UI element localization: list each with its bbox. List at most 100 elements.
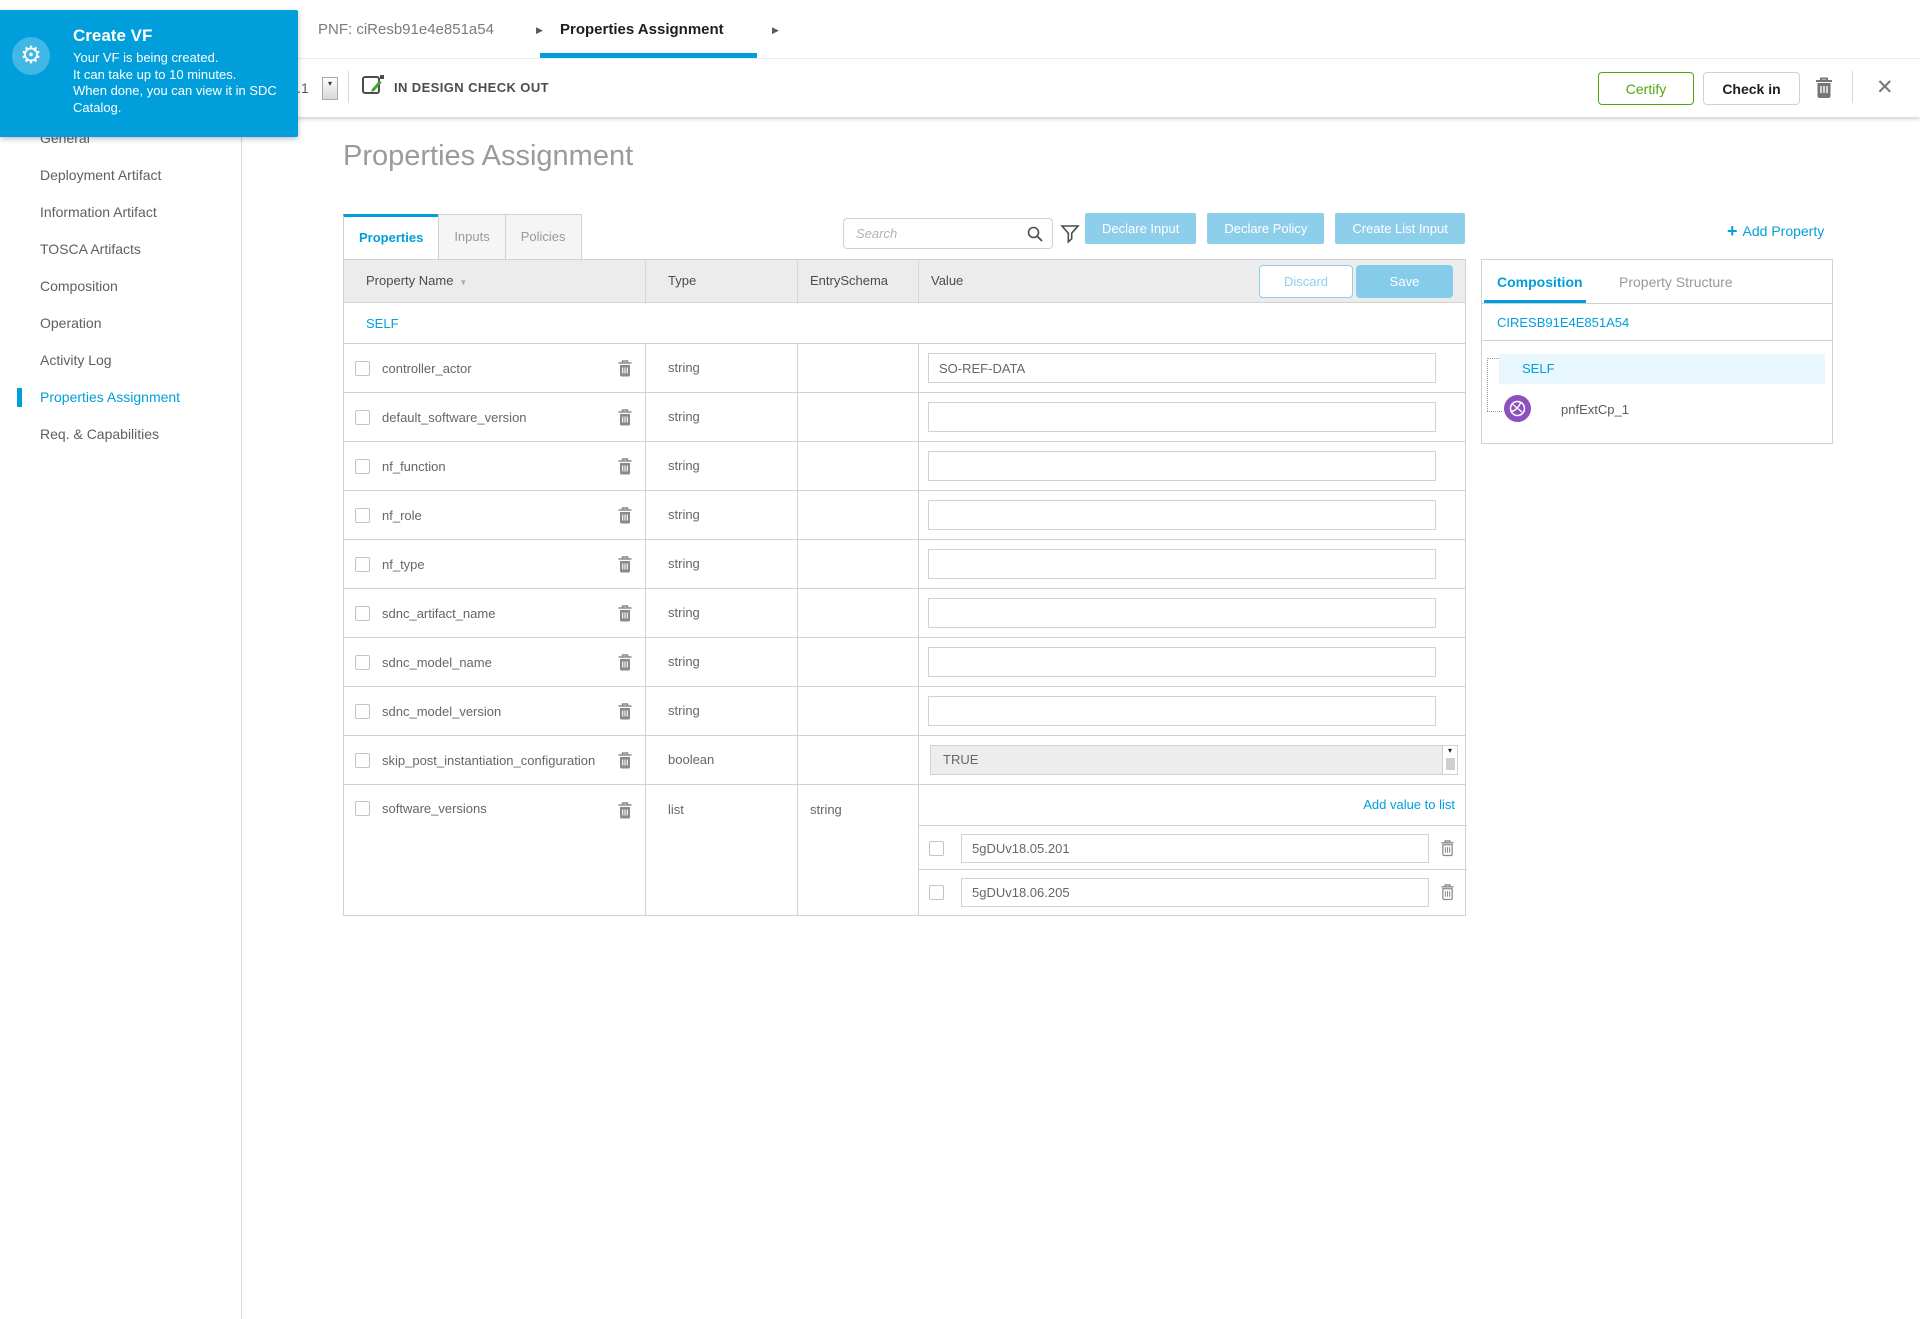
property-value-cell xyxy=(919,589,1467,637)
property-value-input[interactable] xyxy=(928,500,1436,530)
tab-composition[interactable]: Composition xyxy=(1497,260,1583,304)
breadcrumb-arrow-icon: ▶ xyxy=(536,25,543,36)
sidebar-item-activity-log[interactable]: Activity Log xyxy=(0,342,241,379)
property-value-input[interactable] xyxy=(928,647,1436,677)
delete-property-icon[interactable] xyxy=(617,408,633,427)
property-type: string xyxy=(646,344,798,392)
toast-content: Create VF Your VF is being created.It ca… xyxy=(73,26,286,116)
property-value-input[interactable] xyxy=(928,402,1436,432)
sidebar-item-tosca-artifacts[interactable]: TOSCA Artifacts xyxy=(0,231,241,268)
property-value-input[interactable] xyxy=(928,598,1436,628)
row-checkbox[interactable] xyxy=(355,606,370,621)
filter-icon[interactable] xyxy=(1059,223,1081,250)
active-breadcrumb-underline xyxy=(540,53,757,58)
tree-item-label: pnfExtCp_1 xyxy=(1561,402,1629,417)
composition-panel-tabs: Composition Property Structure xyxy=(1482,260,1832,304)
property-type: string xyxy=(646,393,798,441)
declare-policy-button[interactable]: Declare Policy xyxy=(1207,213,1324,244)
sidebar-item-req-capabilities[interactable]: Req. & Capabilities xyxy=(0,416,241,453)
row-checkbox[interactable] xyxy=(355,801,370,816)
breadcrumb-item-pnf[interactable]: PNF: ciResb91e4e851a54 xyxy=(318,0,494,59)
search-icon[interactable] xyxy=(1026,225,1044,248)
tree-item-self[interactable]: SELF xyxy=(1499,354,1825,384)
property-type: boolean xyxy=(646,736,798,784)
row-checkbox[interactable] xyxy=(355,508,370,523)
list-value-input[interactable] xyxy=(961,834,1429,863)
property-entry-schema xyxy=(798,393,919,441)
group-row-self[interactable]: SELF xyxy=(344,303,1465,344)
delete-property-icon[interactable] xyxy=(617,751,633,770)
list-value-input[interactable] xyxy=(961,878,1429,907)
search-input[interactable] xyxy=(844,219,1026,248)
column-header-type: Type xyxy=(646,260,798,304)
tab-inputs[interactable]: Inputs xyxy=(438,214,505,260)
value-checkbox[interactable] xyxy=(929,885,944,900)
property-value-select[interactable]: TRUE▾ xyxy=(930,745,1458,775)
delete-value-icon[interactable] xyxy=(1440,839,1455,857)
create-list-input-button[interactable]: Create List Input xyxy=(1335,213,1464,244)
declare-input-button[interactable]: Declare Input xyxy=(1085,213,1196,244)
delete-property-icon[interactable] xyxy=(617,555,633,574)
version-dropdown[interactable]: ▾ xyxy=(322,77,338,100)
checkout-pencil-icon xyxy=(360,71,386,102)
select-arrow-icon[interactable]: ▾ xyxy=(1442,746,1457,774)
property-value-input[interactable] xyxy=(928,696,1436,726)
tab-properties[interactable]: Properties xyxy=(343,214,439,260)
delete-property-icon[interactable] xyxy=(617,801,633,820)
sidebar-item-properties-assignment[interactable]: Properties Assignment xyxy=(0,379,241,416)
delete-resource-icon[interactable] xyxy=(1813,75,1835,105)
delete-property-icon[interactable] xyxy=(617,702,633,721)
row-checkbox[interactable] xyxy=(355,410,370,425)
close-icon[interactable]: ✕ xyxy=(1876,59,1894,117)
property-value-input[interactable] xyxy=(928,549,1436,579)
delete-property-icon[interactable] xyxy=(617,359,633,378)
row-checkbox[interactable] xyxy=(355,655,370,670)
delete-property-icon[interactable] xyxy=(617,604,633,623)
property-type: string xyxy=(646,687,798,735)
tab-policies[interactable]: Policies xyxy=(505,214,582,260)
add-value-to-list-link[interactable]: Add value to list xyxy=(1363,797,1455,812)
page-title: Properties Assignment xyxy=(343,140,633,173)
tab-property-structure[interactable]: Property Structure xyxy=(1619,260,1733,304)
delete-property-icon[interactable] xyxy=(617,457,633,476)
property-entry-schema xyxy=(798,344,919,392)
create-vf-toast[interactable]: ⚙ Create VF Your VF is being created.It … xyxy=(0,10,298,137)
check-in-button[interactable]: Check in xyxy=(1703,72,1800,105)
property-tabs: Properties Inputs Policies xyxy=(343,214,582,260)
column-header-property-name[interactable]: Property Name▼ xyxy=(344,260,646,304)
delete-value-icon[interactable] xyxy=(1440,883,1455,901)
property-name: sdnc_model_name xyxy=(382,655,492,670)
property-name: sdnc_model_version xyxy=(382,704,501,719)
discard-button[interactable]: Discard xyxy=(1259,265,1353,298)
row-checkbox[interactable] xyxy=(355,361,370,376)
sidebar-item-operation[interactable]: Operation xyxy=(0,305,241,342)
list-value-header: Add value to list xyxy=(919,785,1467,825)
delete-property-icon[interactable] xyxy=(617,653,633,672)
table-row: sdnc_artifact_name string xyxy=(344,589,1465,638)
composition-tree: SELF pnfExtCp_1 xyxy=(1482,341,1832,441)
certify-button[interactable]: Certify xyxy=(1598,72,1694,105)
property-entry-schema xyxy=(798,589,919,637)
sidebar-item-information-artifact[interactable]: Information Artifact xyxy=(0,194,241,231)
breadcrumb-item-properties-assignment[interactable]: Properties Assignment xyxy=(560,0,724,59)
row-checkbox[interactable] xyxy=(355,704,370,719)
row-checkbox[interactable] xyxy=(355,459,370,474)
property-type: string xyxy=(646,491,798,539)
property-name: sdnc_artifact_name xyxy=(382,606,495,621)
property-value-input[interactable] xyxy=(928,353,1436,383)
sort-caret-icon: ▼ xyxy=(459,278,467,287)
sidebar-item-deployment-artifact[interactable]: Deployment Artifact xyxy=(0,157,241,194)
delete-property-icon[interactable] xyxy=(617,506,633,525)
tree-connector xyxy=(1487,358,1499,359)
divider xyxy=(348,71,349,103)
save-button[interactable]: Save xyxy=(1356,265,1453,298)
sidebar-item-composition[interactable]: Composition xyxy=(0,268,241,305)
property-value-input[interactable] xyxy=(928,451,1436,481)
row-checkbox[interactable] xyxy=(355,557,370,572)
add-property-link[interactable]: +Add Property xyxy=(1727,221,1824,242)
component-title[interactable]: CIRESB91E4E851A54 xyxy=(1482,304,1832,341)
property-entry-schema xyxy=(798,442,919,490)
row-checkbox[interactable] xyxy=(355,753,370,768)
value-checkbox[interactable] xyxy=(929,841,944,856)
tree-item-pnfextcp[interactable]: pnfExtCp_1 xyxy=(1482,393,1832,427)
